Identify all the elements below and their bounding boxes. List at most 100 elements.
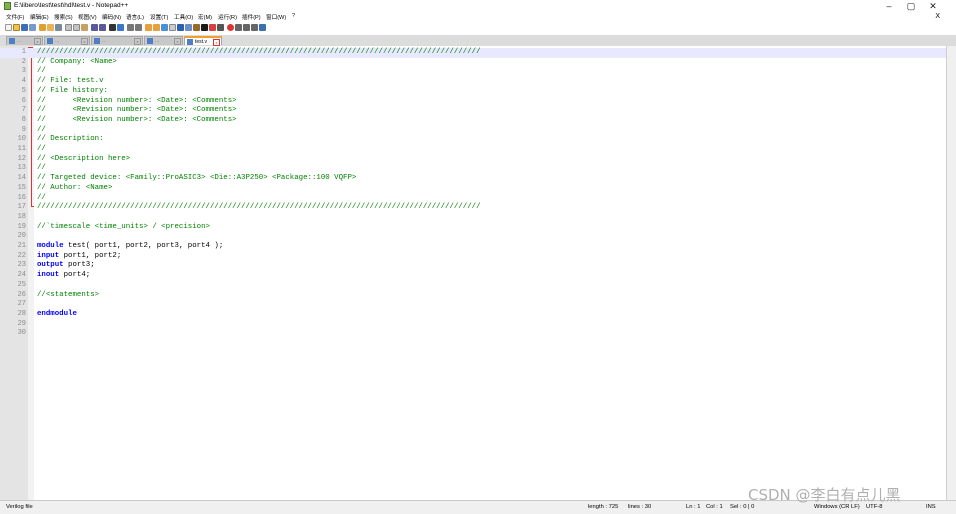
menu-file[interactable]: 文件(F) xyxy=(6,13,24,21)
monitoring-icon[interactable] xyxy=(217,24,224,31)
code-line[interactable]: 7 // <Revision number>: <Date>: <Comments… xyxy=(0,106,946,116)
copy-icon[interactable] xyxy=(73,24,80,31)
code-line[interactable]: 15 // Author: <Name> xyxy=(0,184,946,194)
sync-vertical-icon[interactable] xyxy=(145,24,152,31)
play-macro-icon[interactable] xyxy=(243,24,250,31)
comment-token: // <Revision number>: <Date>: <Comments> xyxy=(37,96,237,105)
find-icon[interactable] xyxy=(109,24,116,31)
print-icon[interactable] xyxy=(55,24,62,31)
menu-tools[interactable]: 工具(O) xyxy=(174,13,193,21)
minimize-button[interactable]: – xyxy=(878,0,900,12)
menu-edit[interactable]: 编辑(E) xyxy=(30,13,49,21)
code-line[interactable]: 23 output port3; xyxy=(0,261,946,271)
tab-test-v[interactable]: test.v x xyxy=(184,36,222,46)
tab-file-1[interactable]: ... x xyxy=(6,36,43,45)
menu-macro[interactable]: 宏(M) xyxy=(198,13,212,21)
maximize-button[interactable]: ▢ xyxy=(900,0,922,12)
menu-search[interactable]: 搜索(S) xyxy=(54,13,73,21)
udl-icon[interactable] xyxy=(185,24,192,31)
save-macro-icon[interactable] xyxy=(259,24,266,31)
code-text: // Description: xyxy=(37,135,104,145)
redo-icon[interactable] xyxy=(99,24,106,31)
code-line[interactable]: 22 input port1, port2; xyxy=(0,252,946,262)
new-file-icon[interactable] xyxy=(5,24,12,31)
indent-guide-icon[interactable] xyxy=(177,24,184,31)
menu-plugins[interactable]: 插件(P) xyxy=(242,13,261,21)
function-list-icon[interactable] xyxy=(201,24,208,31)
doc-map-icon[interactable] xyxy=(193,24,200,31)
code-line[interactable]: 20 xyxy=(0,232,946,242)
code-line[interactable]: 8 // <Revision number>: <Date>: <Comments… xyxy=(0,116,946,126)
menu-view[interactable]: 视图(V) xyxy=(78,13,97,21)
code-line[interactable]: 19 //`timescale <time_units> / <precision… xyxy=(0,223,946,233)
code-line[interactable]: 5 // File history: xyxy=(0,87,946,97)
tab-close-icon[interactable]: x xyxy=(134,38,141,45)
cut-icon[interactable] xyxy=(65,24,72,31)
code-line[interactable]: 29 xyxy=(0,320,946,330)
code-line[interactable]: 1 ///////////////////////////////////////… xyxy=(0,48,946,58)
status-mode[interactable]: INS xyxy=(926,504,936,510)
menu-encoding[interactable]: 编码(N) xyxy=(102,13,121,21)
keyword-token: module xyxy=(37,242,64,250)
code-line[interactable]: 12 // <Description here> xyxy=(0,155,946,165)
code-line[interactable]: 9 // xyxy=(0,126,946,136)
code-line[interactable]: 14 // Targeted device: <Family::ProASIC3>… xyxy=(0,174,946,184)
code-line[interactable]: 30 xyxy=(0,329,946,339)
code-text: // xyxy=(37,145,46,155)
menu-run[interactable]: 运行(R) xyxy=(218,13,237,21)
code-line[interactable]: 10 // Description: xyxy=(0,135,946,145)
save-all-icon[interactable] xyxy=(29,24,36,31)
menu-help[interactable]: ? xyxy=(292,13,295,19)
close-button[interactable]: ✕ xyxy=(922,0,944,12)
code-line[interactable]: 2 // Company: <Name> xyxy=(0,58,946,68)
paste-icon[interactable] xyxy=(81,24,88,31)
stop-macro-icon[interactable] xyxy=(235,24,242,31)
zoom-in-icon[interactable] xyxy=(127,24,134,31)
undo-icon[interactable] xyxy=(91,24,98,31)
record-macro-icon[interactable] xyxy=(227,24,234,31)
code-line[interactable]: 17 //////////////////////////////////////… xyxy=(0,203,946,213)
close-all-icon[interactable] xyxy=(47,24,54,31)
zoom-out-icon[interactable] xyxy=(135,24,142,31)
comment-token: // xyxy=(37,193,46,202)
code-line[interactable]: 4 // File: test.v xyxy=(0,77,946,87)
document-close-button[interactable]: X xyxy=(935,13,940,20)
comment-token: // Company: <Name> xyxy=(37,57,117,66)
code-editor[interactable]: 1///////////////////////////////////////… xyxy=(0,46,946,500)
line-number: 4 xyxy=(21,77,26,86)
tab-close-icon[interactable]: x xyxy=(34,38,41,45)
code-line[interactable]: 21 module test( port1, port2, port3, port… xyxy=(0,242,946,252)
tab-file-4[interactable]: ... x xyxy=(144,36,183,45)
code-line[interactable]: 11 // xyxy=(0,145,946,155)
menu-settings[interactable]: 设置(T) xyxy=(150,13,168,21)
code-line[interactable]: 13 // xyxy=(0,164,946,174)
code-line[interactable]: 27 xyxy=(0,300,946,310)
code-line[interactable]: 26 //<statements> xyxy=(0,291,946,301)
code-line[interactable]: 6 // <Revision number>: <Date>: <Comments… xyxy=(0,97,946,107)
sync-horizontal-icon[interactable] xyxy=(153,24,160,31)
tab-close-icon[interactable]: x xyxy=(174,38,181,45)
code-line[interactable]: 28 endmodule xyxy=(0,310,946,320)
code-line[interactable]: 24 inout port4; xyxy=(0,271,946,281)
code-line[interactable]: 3 // xyxy=(0,67,946,77)
vertical-scrollbar[interactable] xyxy=(946,46,956,500)
folder-workspace-icon[interactable] xyxy=(209,24,216,31)
code-line[interactable]: 18 xyxy=(0,213,946,223)
code-text: // Author: <Name> xyxy=(37,184,112,194)
code-line[interactable]: 16 // xyxy=(0,194,946,204)
code-line[interactable]: 25 xyxy=(0,281,946,291)
tab-file-3[interactable]: ... x xyxy=(91,36,143,45)
tab-close-icon[interactable]: x xyxy=(213,39,220,46)
menu-language[interactable]: 语言(L) xyxy=(126,13,144,21)
tab-close-icon[interactable]: x xyxy=(81,38,88,45)
save-icon[interactable] xyxy=(21,24,28,31)
file-icon xyxy=(9,38,15,44)
show-all-chars-icon[interactable] xyxy=(169,24,176,31)
close-icon[interactable] xyxy=(39,24,46,31)
replace-icon[interactable] xyxy=(117,24,124,31)
tab-file-2[interactable]: ... x xyxy=(44,36,90,45)
run-macro-multiple-icon[interactable] xyxy=(251,24,258,31)
open-file-icon[interactable] xyxy=(13,24,20,31)
menu-window[interactable]: 窗口(W) xyxy=(266,13,286,21)
word-wrap-icon[interactable] xyxy=(161,24,168,31)
